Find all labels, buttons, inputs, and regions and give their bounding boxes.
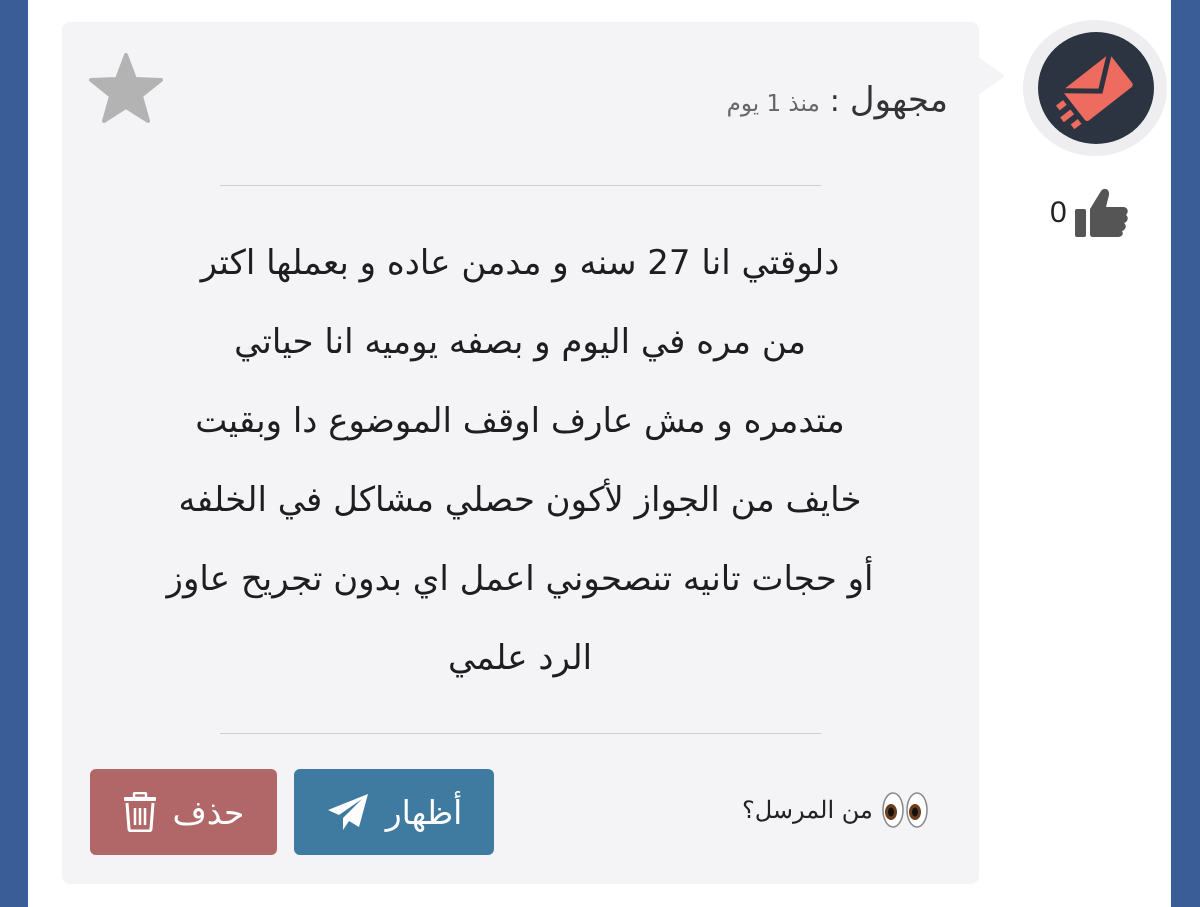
message-line: دلوقتي انا 27 سنه و مدمن عاده و بعملها ا…	[200, 243, 840, 283]
message-line: الرد علمي	[447, 638, 593, 678]
eyes-emoji-icon	[881, 790, 929, 830]
envelope-icon	[1055, 53, 1133, 130]
paper-plane-icon	[327, 794, 368, 830]
header-separator: :	[829, 84, 840, 119]
sender-name: مجهول	[849, 80, 948, 120]
post-header: مجهول : منذ 1 يوم	[727, 80, 948, 120]
timestamp: منذ 1 يوم	[726, 91, 820, 117]
like-control[interactable]: 0	[1050, 183, 1150, 243]
message-line: متدمره و مش عارف اوقف الموضوع دا وبقيت	[195, 401, 845, 441]
message-line: من مره في اليوم و بصفه يوميه انا حياتي	[234, 322, 806, 362]
trash-icon	[123, 792, 156, 832]
message-line: خايف من الجواز لأكون حصلي مشاكل في الخلف…	[178, 480, 862, 520]
top-divider	[220, 185, 821, 186]
show-sender-button[interactable]: أظهار	[294, 769, 494, 855]
like-count: 0	[1050, 196, 1067, 229]
who-sent-label: من المرسل؟	[742, 796, 873, 824]
who-sent-hint: من المرسل؟	[742, 790, 929, 830]
delete-button[interactable]: حذف	[90, 769, 277, 855]
card-pointer	[977, 56, 1005, 96]
show-button-label: أظهار	[385, 792, 463, 832]
avatar	[1038, 32, 1154, 144]
thumbs-up-icon[interactable]	[1073, 187, 1129, 239]
delete-button-label: حذف	[172, 792, 245, 832]
bottom-divider	[220, 733, 821, 734]
message-line: أو حجات تانيه تنصحوني اعمل اي بدون تجريح…	[166, 559, 874, 599]
message-body: دلوقتي انا 27 سنه و مدمن عاده و بعملها ا…	[92, 224, 948, 698]
star-icon[interactable]	[88, 52, 164, 124]
